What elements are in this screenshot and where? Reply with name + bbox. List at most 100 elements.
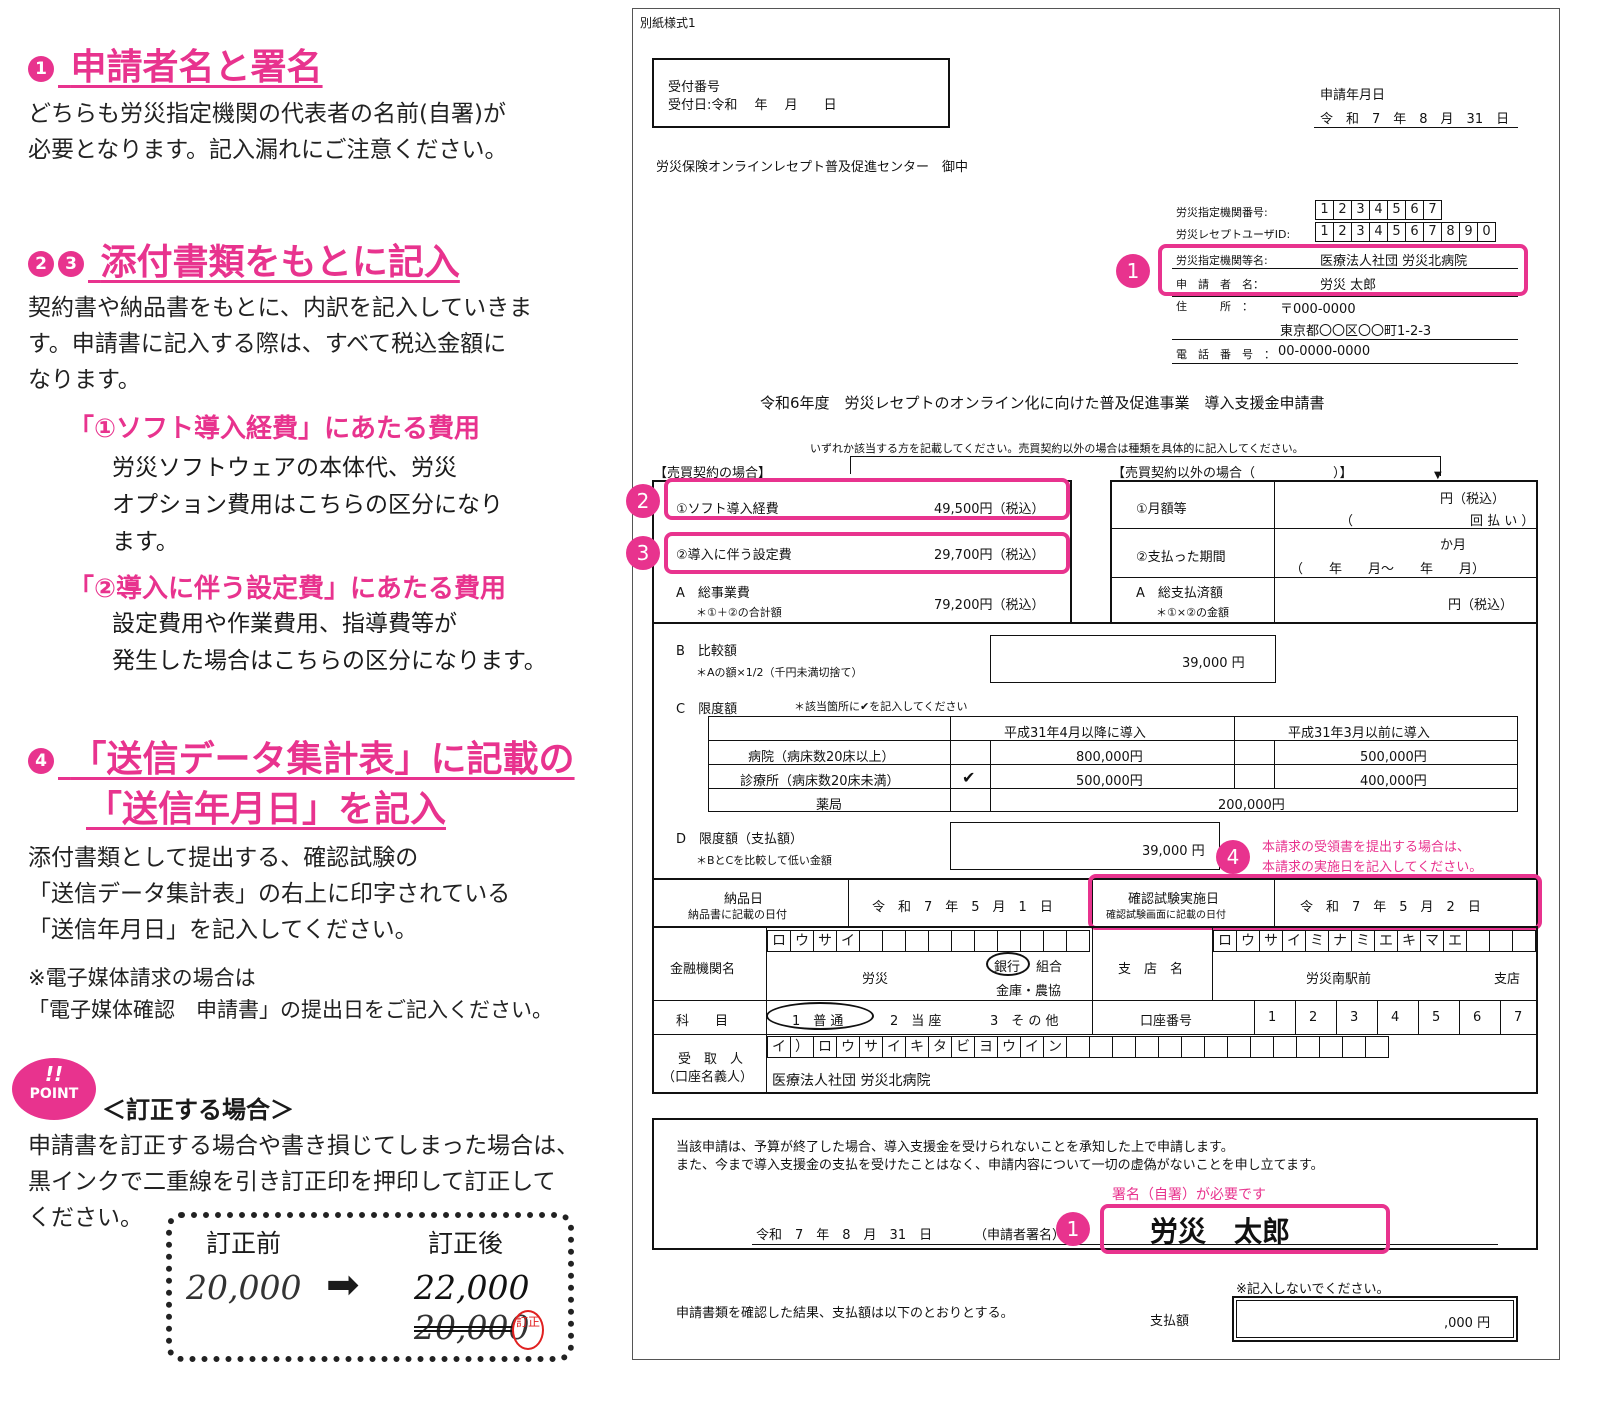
sub1-line3: ます。 [112, 529, 179, 555]
number-badge: 1 [28, 56, 54, 82]
apply-date: 令 和 7 年 8 月 31 日 [1320, 112, 1510, 127]
form-id: 別紙様式1 [640, 16, 696, 30]
before-value: 20,000 [186, 1268, 302, 1307]
apply-date-label: 申請年月日 [1320, 88, 1386, 103]
divider [1314, 127, 1518, 128]
holder-kana: イ）ロウサイキタビヨウイン [767, 1036, 1389, 1058]
kana-cell: マ [1420, 930, 1444, 952]
sign-date: 令和 7 年 8 月 31 日 [756, 1228, 933, 1243]
kana-cell: ウ [790, 930, 814, 952]
sub2-line1: 設定費用や作業費用、指導費等が [112, 611, 457, 637]
period-unit: か月 [1440, 538, 1467, 553]
after-new-value: 22,000 [414, 1268, 530, 1307]
kana-cell: ン [1043, 1036, 1067, 1058]
instruction: いずれか該当する方を記載してください。売買契約以外の場合は種類を具体的に記入して… [810, 442, 1304, 455]
kana-cell: イ [1020, 1036, 1044, 1058]
bank-kana: ロウサイ [767, 930, 1090, 952]
divider [1172, 339, 1518, 340]
kana-cell: イ [767, 1036, 791, 1058]
account-no-label: 口座番号 [1140, 1014, 1193, 1029]
kana-cell: ウ [997, 1036, 1021, 1058]
kana-cell: ビ [951, 1036, 975, 1058]
kana-cell [1342, 1036, 1366, 1058]
limit-row2-b: 400,000円 [1360, 774, 1427, 789]
period-range: （ 年 月〜 年 月） [1290, 562, 1486, 577]
pay-amount-label: 支払額 [1150, 1314, 1190, 1329]
pay-limit-label: D 限度額（支払額） [676, 832, 804, 847]
monthly-unit: 円（税込） [1440, 492, 1506, 507]
monthly-label: ①月額等 [1136, 502, 1187, 517]
kana-cell: ミ [1351, 930, 1375, 952]
kana-cell [1204, 1036, 1228, 1058]
divider [1172, 363, 1518, 364]
addr: 東京都〇〇区〇〇町1-2-3 [1280, 324, 1432, 339]
section23-title-text: 添付書類をもとに記入 [100, 242, 460, 283]
kana-cell: キ [905, 1036, 929, 1058]
highlight-box-1 [1158, 244, 1528, 296]
delivery-note: 納品書に記載の日付 [688, 908, 787, 921]
bank-name: 労災 [862, 972, 889, 987]
digit-cell: 2 [1333, 200, 1352, 220]
inst-no-label: 労災指定機関番号: [1176, 206, 1268, 219]
kana-cell: サ [1259, 930, 1283, 952]
kana-cell [1112, 1036, 1136, 1058]
limit-row1-b: 500,000円 [1360, 750, 1427, 765]
divider [1377, 1000, 1378, 1034]
kana-cell [1066, 930, 1090, 952]
result-text: 申請書類を確認した結果、支払額は以下のとおりとする。 [676, 1306, 1014, 1321]
delivery-label: 納品日 [724, 892, 764, 907]
kana-cell [1135, 1036, 1159, 1058]
section1-body-line1: どちらも労災指定機関の代表者の名前(自署)が [28, 101, 506, 127]
kana-cell: ロ [813, 1036, 837, 1058]
section4-title-line2: 「送信年月日」を記入 [86, 789, 447, 830]
section23-body: 契約書や納品書をもとに、内訳を記入していきま す。申請書に記入する際は、すべて税… [28, 290, 532, 398]
callout-1: 1 [1116, 254, 1150, 288]
kana-cell [1365, 1036, 1389, 1058]
declaration-line1: 当該申請は、予算が終了した場合、導入支援金を受けられないことを承知した上で申請し… [676, 1140, 1234, 1155]
digit-cell: 5 [1387, 200, 1406, 220]
tel: 00-0000-0000 [1278, 344, 1371, 359]
highlight-box-sign [1100, 1204, 1390, 1254]
correction-seal: 訂正 [512, 1310, 544, 1350]
kana-cell [928, 930, 952, 952]
divider [1274, 740, 1275, 788]
bracket-left [850, 456, 851, 474]
sub1-line1: 労災ソフトウェアの本体代、労災 [112, 455, 457, 481]
point-badge: !! POINT [12, 1058, 96, 1120]
point-body-line1: 申請書を訂正する場合や書き損じてしまった場合は、 [28, 1133, 580, 1159]
section4-title: 4 「送信データ集計表」に記載の [28, 730, 575, 782]
divider [950, 716, 951, 812]
kana-cell [1181, 1036, 1205, 1058]
total-note: ＊①＋②の合計額 [696, 606, 782, 619]
digit-cell: 0 [1477, 222, 1496, 242]
arrow-icon: ➡ [326, 1262, 360, 1308]
account-type-3: 3 そ の 他 [990, 1014, 1059, 1029]
kana-cell [1512, 930, 1536, 952]
section23-body-line2: す。申請書に記入する際は、すべて税込金額に [28, 331, 507, 357]
section23-title: 23 添付書類をもとに記入 [28, 233, 460, 285]
compare-label: B 比較額 [676, 644, 737, 659]
digit-cell: 4 [1369, 222, 1388, 242]
sign-note: 署名（自署）が必要です [1112, 1187, 1266, 1203]
monthly-pay: （ 回 払 い ） [1340, 514, 1535, 529]
callout-2: 2 [626, 484, 660, 518]
kana-cell: ナ [1328, 930, 1352, 952]
highlight-box-3 [664, 532, 1070, 574]
limit-col2: 平成31年3月以前に導入 [1288, 726, 1430, 741]
section4-note: ※電子媒体請求の場合は 「電子媒体確認 申請書」の提出日をご記入ください。 [28, 962, 553, 1026]
highlight-box-2 [664, 478, 1070, 520]
tel-label: 電 話 番 号 ： [1176, 348, 1275, 361]
kana-cell [1466, 930, 1490, 952]
delivery-date: 令 和 7 年 5 月 1 日 [872, 900, 1053, 915]
branch-name: 労災南駅前 [1306, 972, 1372, 987]
kana-cell [1273, 1036, 1297, 1058]
divider [1172, 296, 1518, 297]
limit-label: C 限度額 [676, 702, 738, 717]
digit-cell: 3 [1351, 200, 1370, 220]
point-body-line2: 黒インクで二重線を引き訂正印を押印して訂正して [28, 1169, 556, 1195]
divider [1274, 482, 1275, 622]
limit-col1: 平成31年4月以降に導入 [1004, 726, 1146, 741]
digit-cell: 7 [1423, 200, 1442, 220]
limit-row2: 診療所（病床数20床未満） [740, 774, 900, 789]
kana-cell [1227, 1036, 1251, 1058]
